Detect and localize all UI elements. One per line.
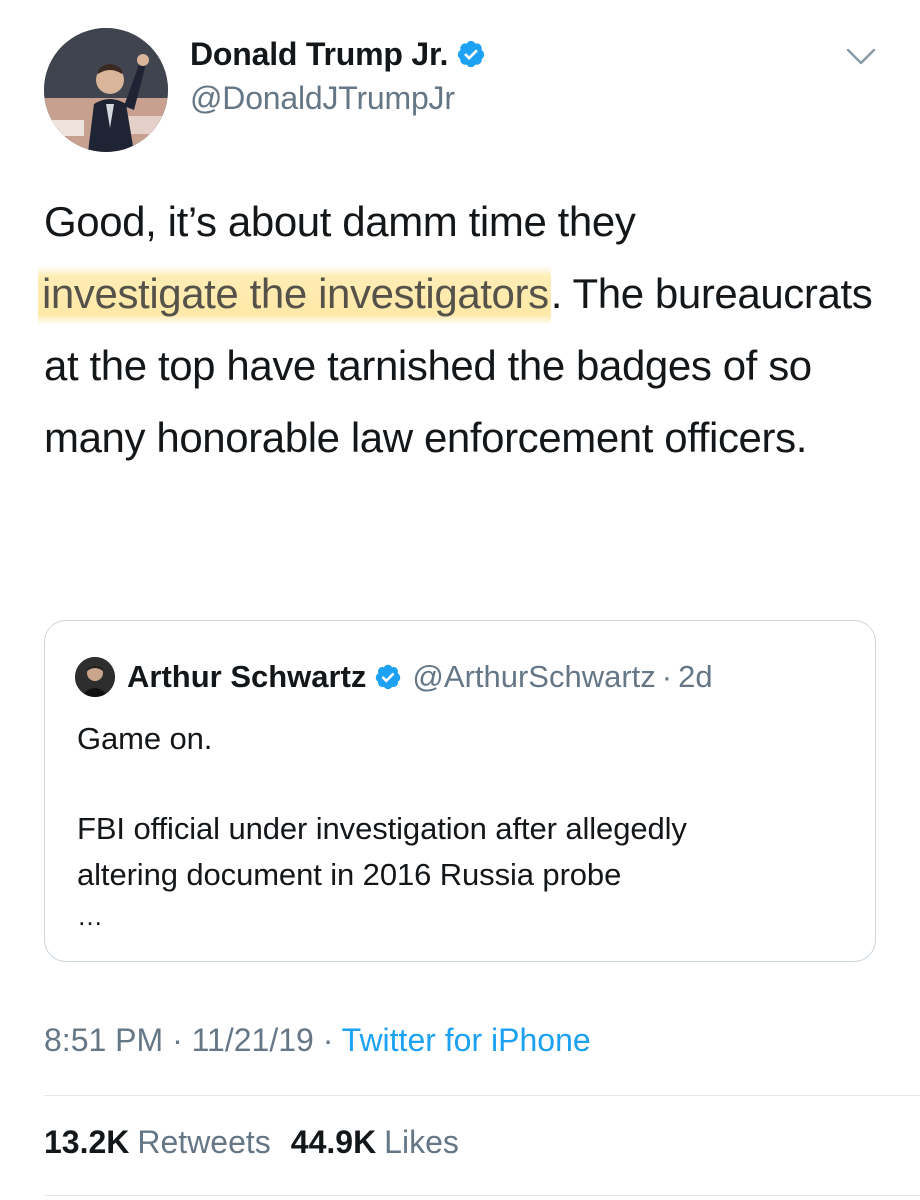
author-handle[interactable]: @DonaldJTrumpJr (190, 80, 486, 117)
tweet-header: Donald Trump Jr. @DonaldJTrumpJr (44, 28, 884, 152)
quoted-author-avatar (75, 657, 115, 697)
quoted-text-line-2: FBI official under investigation after a… (77, 811, 687, 846)
tweet-stats: 13.2K Retweets 44.9K Likes (44, 1124, 459, 1161)
author-display-name[interactable]: Donald Trump Jr. (190, 36, 448, 73)
tweet-text: Good, it’s about damm time they investig… (38, 186, 884, 474)
tweet-meta: 8:51 PM · 11/21/19 · Twitter for iPhone (44, 1022, 591, 1059)
divider (44, 1195, 920, 1196)
meta-separator-1: · (163, 1022, 192, 1058)
quoted-text-ellipsis: … (77, 901, 103, 931)
retweets-label: Retweets (137, 1124, 271, 1160)
quoted-timestamp: 2d (678, 659, 713, 694)
quoted-author-handle: @ArthurSchwartz (412, 659, 656, 694)
quoted-tweet-header: Arthur Schwartz @ArthurSchwartz · 2d (75, 657, 713, 697)
tweet-source-link[interactable]: Twitter for iPhone (342, 1022, 591, 1058)
divider (44, 1095, 920, 1096)
retweets-stat[interactable]: 13.2K Retweets (44, 1124, 271, 1160)
tweet-date[interactable]: 11/21/19 (192, 1022, 314, 1058)
likes-label: Likes (384, 1124, 459, 1160)
quoted-text-line-3: altering document in 2016 Russia probe (77, 857, 622, 892)
quoted-author-display-name: Arthur Schwartz (127, 659, 367, 694)
author-avatar[interactable] (44, 28, 168, 152)
quoted-verified-badge-icon (376, 664, 401, 690)
likes-count: 44.9K (290, 1124, 377, 1160)
tweet-text-before: Good, it’s about damm time they (44, 198, 636, 245)
chevron-down-icon[interactable] (844, 44, 878, 68)
retweets-count: 13.2K (44, 1124, 130, 1160)
avatar-photo-icon (44, 28, 168, 152)
tweet-text-highlighted: investigate the investigators (38, 266, 551, 325)
quoted-tweet-card[interactable]: Arthur Schwartz @ArthurSchwartz · 2d Gam… (44, 620, 876, 962)
meta-separator-2: · (313, 1022, 342, 1058)
tweet-time[interactable]: 8:51 PM (44, 1022, 163, 1058)
quoted-text-line-1: Game on. (77, 721, 213, 756)
likes-stat[interactable]: 44.9K Likes (291, 1124, 459, 1160)
verified-badge-icon (458, 40, 485, 68)
quoted-separator: · (661, 659, 673, 694)
quoted-avatar-photo-icon (75, 657, 115, 697)
